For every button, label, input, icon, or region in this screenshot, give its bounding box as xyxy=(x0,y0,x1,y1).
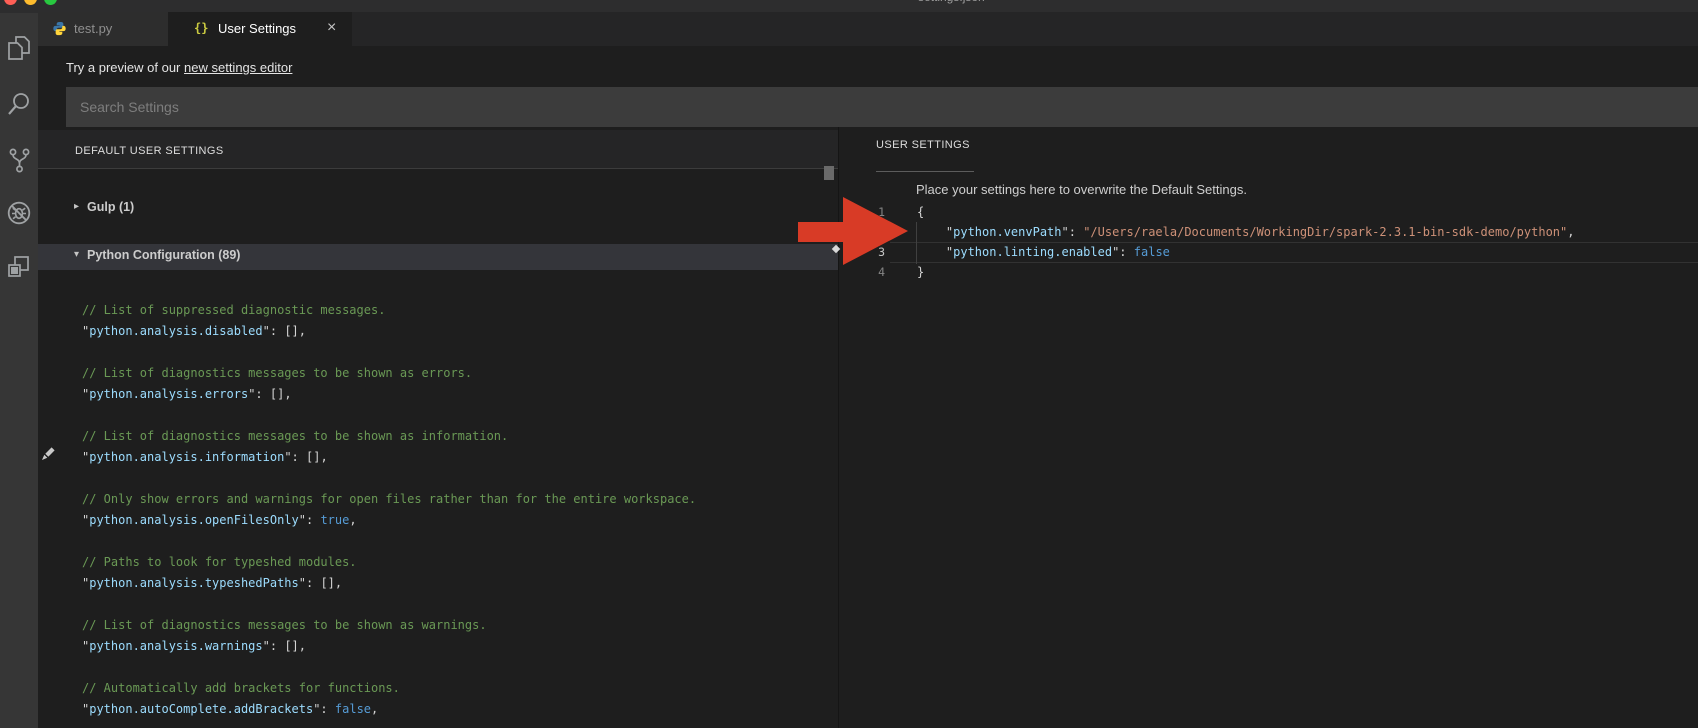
user-settings-code-line[interactable]: "python.linting.enabled": false xyxy=(917,242,1574,262)
settings-preview-banner: Try a preview of our new settings editor xyxy=(66,60,292,75)
scrollbar-thumb[interactable] xyxy=(824,166,834,180)
setting-comment: // Only show errors and warnings for ope… xyxy=(82,489,782,510)
setting-line[interactable]: "python.analysis.typeshedPaths": [], xyxy=(82,573,782,594)
tab-bar: test.py {} User Settings × xyxy=(38,12,1698,46)
setting-line[interactable]: "python.analysis.warnings": [], xyxy=(82,636,782,657)
json-braces-icon: {} xyxy=(194,21,208,35)
debug-icon[interactable] xyxy=(5,199,33,227)
close-window-button[interactable] xyxy=(4,0,17,5)
default-settings-header: DEFAULT USER SETTINGS xyxy=(75,145,224,157)
group-label: Gulp (1) xyxy=(87,200,134,214)
tab-test-py[interactable]: test.py xyxy=(38,12,168,46)
blank-line xyxy=(82,468,782,489)
user-settings-code-line[interactable]: } xyxy=(917,262,1574,282)
user-settings-description: Place your settings here to overwrite th… xyxy=(916,182,1247,197)
blank-line xyxy=(82,720,782,728)
settings-group-gulp[interactable]: ▸ Gulp (1) xyxy=(38,196,838,222)
default-settings-list: // List of suppressed diagnostic message… xyxy=(82,300,782,728)
setting-line[interactable]: "python.analysis.openFilesOnly": true, xyxy=(82,510,782,531)
split-sash[interactable] xyxy=(838,127,839,728)
setting-comment: // Paths to look for typeshed modules. xyxy=(82,552,782,573)
blank-line xyxy=(82,657,782,678)
blank-line xyxy=(82,405,782,426)
setting-comment: // Automatically add brackets for functi… xyxy=(82,678,782,699)
setting-comment: // List of diagnostics messages to be sh… xyxy=(82,426,782,447)
banner-text: Try a preview of our xyxy=(66,60,184,75)
blank-line xyxy=(82,531,782,552)
source-control-icon[interactable] xyxy=(5,146,33,174)
red-arrow-head xyxy=(843,197,908,265)
setting-comment: // List of suppressed diagnostic message… xyxy=(82,300,782,321)
user-settings-code: { "python.venvPath": "/Users/raela/Docum… xyxy=(917,202,1574,282)
chevron-right-icon: ▸ xyxy=(74,201,79,212)
window-title: settings.json xyxy=(918,0,985,4)
close-tab-icon[interactable]: × xyxy=(327,19,336,37)
line-number: 4 xyxy=(845,262,885,282)
setting-comment: // List of diagnostics messages to be sh… xyxy=(82,615,782,636)
edit-pencil-icon[interactable] xyxy=(38,444,58,464)
blank-line xyxy=(82,594,782,615)
search-icon[interactable] xyxy=(5,90,33,118)
search-settings-input[interactable] xyxy=(66,87,1698,127)
python-icon xyxy=(52,21,67,36)
setting-line[interactable]: "python.analysis.information": [], xyxy=(82,447,782,468)
group-label: Python Configuration (89) xyxy=(87,248,240,262)
setting-comment: // List of diagnostics messages to be sh… xyxy=(82,363,782,384)
user-settings-code-line[interactable]: "python.venvPath": "/Users/raela/Documen… xyxy=(917,222,1574,242)
activity-bar xyxy=(0,13,38,728)
vscode-window: settings.json test.py {} User Settings × xyxy=(0,0,1698,728)
setting-line[interactable]: "python.analysis.disabled": [], xyxy=(82,321,782,342)
setting-line[interactable]: "python.autoComplete.addBrackets": false… xyxy=(82,699,782,720)
tab-label: User Settings xyxy=(218,21,296,36)
minimize-window-button[interactable] xyxy=(24,0,37,5)
user-settings-code-line[interactable]: { xyxy=(917,202,1574,222)
tab-label: test.py xyxy=(74,21,112,36)
zoom-window-button[interactable] xyxy=(44,0,57,5)
chevron-down-icon: ▾ xyxy=(74,249,79,260)
setting-line[interactable]: "python.analysis.errors": [], xyxy=(82,384,782,405)
red-arrow-annotation xyxy=(798,222,848,242)
user-settings-header-underline xyxy=(876,171,974,172)
user-settings-header: USER SETTINGS xyxy=(876,139,970,151)
settings-group-python-configuration[interactable]: ▾ Python Configuration (89) xyxy=(38,244,838,270)
tab-user-settings[interactable]: {} User Settings × xyxy=(168,12,352,46)
blank-line xyxy=(82,342,782,363)
extensions-icon[interactable] xyxy=(5,253,33,281)
new-settings-editor-link[interactable]: new settings editor xyxy=(184,60,292,75)
explorer-icon[interactable] xyxy=(5,34,33,62)
